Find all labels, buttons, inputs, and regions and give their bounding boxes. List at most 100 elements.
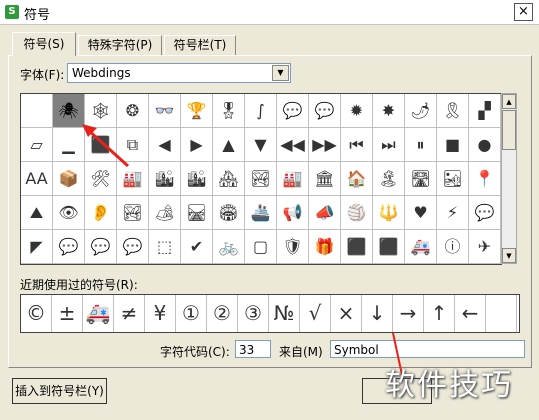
symbol-cell[interactable]: ⏸ [405, 128, 437, 162]
symbol-cell[interactable]: 👁 [53, 196, 85, 230]
symbol-cell[interactable]: 🔱 [373, 196, 405, 230]
recent-symbol-cell[interactable]: √ [300, 295, 331, 332]
symbol-cell[interactable]: ◀ [149, 128, 181, 162]
symbol-cell[interactable]: ▁ [53, 128, 85, 162]
recent-symbol-cell[interactable]: 🚑 [83, 295, 114, 332]
font-dropdown[interactable]: Webdings ▼ [67, 63, 291, 83]
symbol-cell[interactable]: ▶ [181, 128, 213, 162]
symbol-cell[interactable]: 🕸 [85, 94, 117, 128]
symbol-cell[interactable]: ⬚ [149, 230, 181, 264]
recent-symbol-cell[interactable]: ↓ [362, 295, 393, 332]
symbol-cell[interactable]: 🕷 [53, 94, 85, 128]
symbol-cell[interactable]: ♥ [405, 196, 437, 230]
symbol-cell[interactable]: ✹ [341, 94, 373, 128]
recent-symbol-cell[interactable]: ± [52, 295, 83, 332]
recent-symbol-cell[interactable]: ② [207, 295, 238, 332]
symbol-cell[interactable]: ✈ [469, 230, 501, 264]
symbol-cell[interactable]: 🚑 [405, 230, 437, 264]
symbol-cell[interactable]: 🏙 [149, 162, 181, 196]
symbol-cell[interactable]: 📢 [277, 196, 309, 230]
symbol-cell[interactable]: ⚡ [437, 196, 469, 230]
recent-symbol-cell[interactable]: ↑ [424, 295, 455, 332]
from-select[interactable]: Symbol [330, 340, 525, 358]
symbol-cell[interactable]: 📍 [469, 162, 501, 196]
recent-symbol-cell[interactable]: © [21, 295, 52, 332]
recent-symbol-cell[interactable]: ← [455, 295, 486, 332]
scroll-down-icon[interactable]: ▼ [502, 248, 516, 263]
symbol-cell[interactable]: 💬 [85, 230, 117, 264]
scroll-up-icon[interactable]: ▲ [502, 94, 516, 109]
symbol-cell[interactable]: 🏞 [245, 162, 277, 196]
symbol-cell[interactable]: 🛡 [277, 230, 309, 264]
symbol-cell[interactable]: AA [21, 162, 53, 196]
symbol-cell[interactable]: 📦 [53, 162, 85, 196]
symbol-cell[interactable]: ▼ [245, 128, 277, 162]
symbol-cell[interactable]: 🏕 [149, 196, 181, 230]
symbol-cell[interactable]: 🏝 [373, 162, 405, 196]
chevron-down-icon[interactable]: ▼ [272, 65, 289, 81]
symbol-cell[interactable]: 🏆 [181, 94, 213, 128]
symbol-cell[interactable]: ▞ [469, 94, 501, 128]
symbol-cell[interactable]: ∫ [245, 94, 277, 128]
scroll-thumb[interactable] [502, 110, 516, 150]
char-code-input[interactable]: 33 [235, 340, 271, 358]
symbol-cell[interactable]: ⬛ [341, 230, 373, 264]
symbol-cell[interactable]: ✔ [181, 230, 213, 264]
symbol-cell[interactable]: 👂 [85, 196, 117, 230]
symbol-cell[interactable]: 🏭 [277, 162, 309, 196]
symbol-cell[interactable]: 🛠 [85, 162, 117, 196]
symbol-cell[interactable]: 🎁 [309, 230, 341, 264]
grid-scrollbar[interactable]: ▲ ▼ [501, 93, 517, 264]
symbol-cell[interactable]: ✸ [373, 94, 405, 128]
insert-to-symbol-bar-button[interactable]: 插入到符号栏(Y) [12, 378, 107, 404]
symbol-cell[interactable]: 🏛 [309, 162, 341, 196]
symbol-grid[interactable]: 🕷 🕸 ❂ 👓 🏆 🎖 ∫ 💬 💬 ✹ ✸ 🌶 🎗 ▞ ▱ ▁ ⬛ ⧉ ◀ ▶ ▲ ▼ ◀◀ ▶▶ ⏮ ⏭ ⏸ ■ ● AA 📦 🛠 🏭 🏙 🏙 🏘 🏞… [20, 93, 502, 265]
symbol-cell[interactable]: 🎗 [437, 94, 469, 128]
symbol-cell[interactable]: 💬 [117, 230, 149, 264]
recent-symbol-cell[interactable]: ③ [238, 295, 269, 332]
symbol-cell[interactable]: ⬛ [373, 230, 405, 264]
symbol-cell[interactable]: 💬 [53, 230, 85, 264]
recent-symbol-cell[interactable] [486, 295, 517, 332]
symbol-cell[interactable]: 🏜 [437, 162, 469, 196]
symbol-cell[interactable]: 🚲 [213, 230, 245, 264]
symbol-cell[interactable]: ● [469, 128, 501, 162]
recent-symbol-cell[interactable]: ¥ [145, 295, 176, 332]
symbol-cell[interactable]: 🏐 [341, 196, 373, 230]
recent-symbol-cell[interactable]: × [331, 295, 362, 332]
symbol-cell[interactable]: 💬 [309, 94, 341, 128]
symbol-cell[interactable]: ⏭ [373, 128, 405, 162]
symbol-cell[interactable]: 👓 [149, 94, 181, 128]
symbol-cell[interactable]: 💬 [277, 94, 309, 128]
symbol-cell[interactable]: ◀◀ [277, 128, 309, 162]
tab-special-chars[interactable]: 特殊字符(P) [78, 35, 162, 55]
symbol-cell[interactable]: 🏭 [117, 162, 149, 196]
symbol-cell[interactable]: ❂ [117, 94, 149, 128]
symbol-cell[interactable]: ■ [437, 128, 469, 162]
symbol-cell[interactable]: 🏞 [117, 196, 149, 230]
recent-symbol-cell[interactable]: ① [176, 295, 207, 332]
symbol-cell[interactable]: 💬 [469, 196, 501, 230]
symbol-cell[interactable]: 🏘 [213, 162, 245, 196]
symbol-cell[interactable]: 🛤 [181, 196, 213, 230]
symbol-cell[interactable]: ◤ [21, 230, 53, 264]
symbol-cell[interactable]: 🛣 [405, 162, 437, 196]
symbol-cell[interactable]: ▱ [21, 128, 53, 162]
symbol-cell[interactable]: ⬛ [85, 128, 117, 162]
symbol-cell[interactable] [21, 94, 53, 128]
recent-symbols-row[interactable]: © ± 🚑 ≠ ¥ ① ② ③ № √ × ↓ → ↑ ← [20, 294, 520, 333]
symbol-cell[interactable]: ⓘ [437, 230, 469, 264]
tab-symbol[interactable]: 符号(S) [12, 32, 76, 56]
symbol-cell[interactable]: ▲ [213, 128, 245, 162]
symbol-cell[interactable]: 🏙 [181, 162, 213, 196]
symbol-cell[interactable]: ▢ [245, 230, 277, 264]
symbol-cell[interactable]: 🌶 [405, 94, 437, 128]
tab-symbol-bar[interactable]: 符号栏(T) [164, 35, 236, 55]
recent-symbol-cell[interactable]: ≠ [114, 295, 145, 332]
recent-symbol-cell[interactable]: → [393, 295, 424, 332]
symbol-cell[interactable]: 🎖 [213, 94, 245, 128]
symbol-cell[interactable]: ▶▶ [309, 128, 341, 162]
symbol-cell[interactable]: 🏟 [213, 196, 245, 230]
symbol-cell[interactable]: ⧉ [117, 128, 149, 162]
symbol-cell[interactable]: 🚢 [245, 196, 277, 230]
